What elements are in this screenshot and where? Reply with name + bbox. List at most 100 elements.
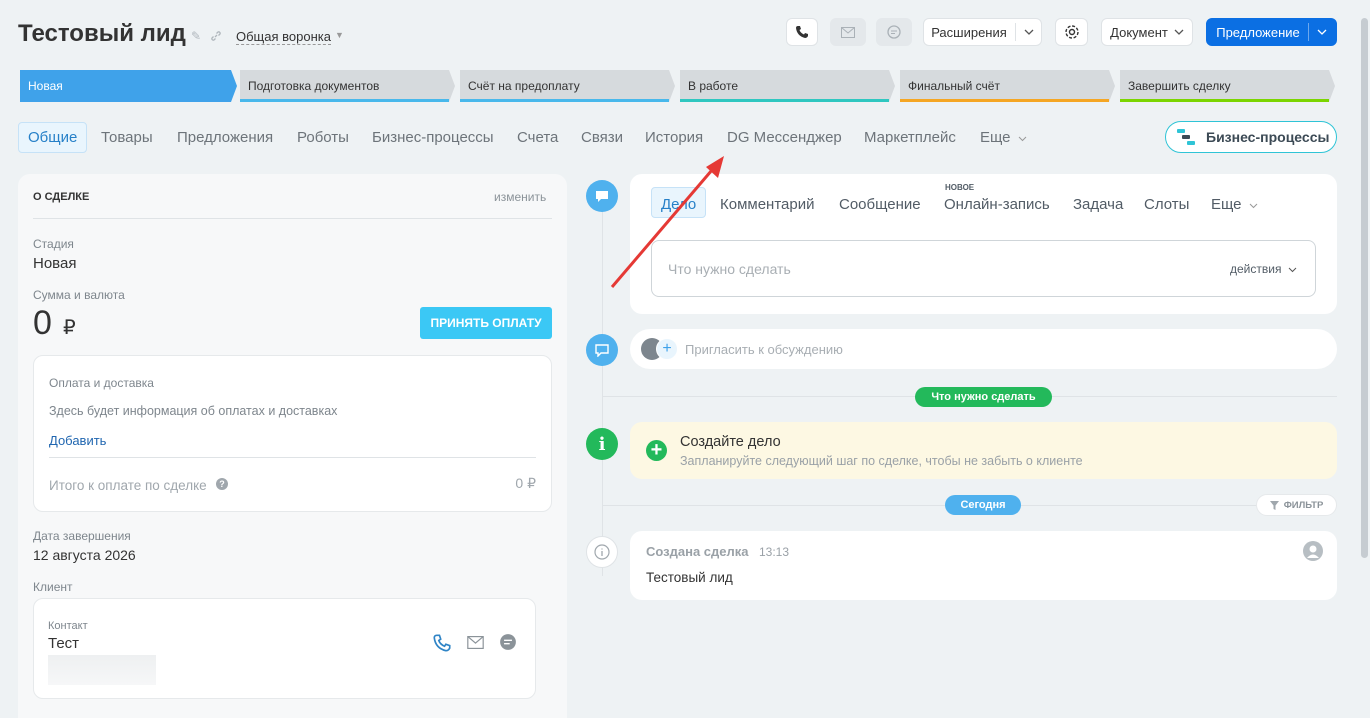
create-deal-title[interactable]: Создайте дело: [680, 434, 781, 450]
create-deal-subtitle: Запланируйте следующий шаг по сделке, чт…: [680, 454, 1083, 468]
document-button[interactable]: Документ: [1101, 18, 1193, 46]
email-button[interactable]: [830, 18, 866, 46]
phone-button[interactable]: [786, 18, 818, 46]
tab-products[interactable]: Товары: [101, 129, 153, 147]
comment-icon: [595, 343, 609, 357]
editor-tab-more[interactable]: Еще: [1211, 196, 1258, 213]
tab-business-processes[interactable]: Бизнес-процессы: [372, 129, 494, 147]
chevron-down-icon: [1174, 29, 1184, 35]
sum-label: Сумма и валюта: [33, 288, 125, 302]
link-icon[interactable]: [210, 30, 222, 42]
scrollbar[interactable]: [1361, 18, 1368, 558]
stage-prepay[interactable]: Счёт на предоплату: [460, 70, 675, 102]
extensions-button[interactable]: Расширения: [923, 18, 1042, 46]
tab-marketplace[interactable]: Маркетплейс: [864, 129, 956, 147]
chevron-down-icon: [1317, 29, 1327, 35]
tab-dg-messenger[interactable]: DG Мессенджер: [727, 129, 842, 147]
chevron-down-icon: [1024, 29, 1034, 35]
help-icon[interactable]: ?: [216, 478, 228, 490]
info-dot: i: [586, 428, 618, 460]
chat-icon: [887, 25, 901, 39]
editor-tab-message[interactable]: Сообщение: [839, 196, 921, 213]
business-processes-button[interactable]: Бизнес-процессы: [1165, 121, 1337, 153]
filter-label: ФИЛЬТР: [1283, 499, 1324, 511]
invite-placeholder: Пригласить к обсуждению: [685, 342, 843, 357]
stage-final-invoice[interactable]: Финальный счёт: [900, 70, 1115, 102]
stage-value: Новая: [33, 255, 77, 272]
add-user-icon[interactable]: +: [656, 338, 678, 360]
filter-button[interactable]: ФИЛЬТР: [1256, 494, 1337, 516]
pencil-icon[interactable]: ✎: [191, 30, 203, 42]
add-payment-link[interactable]: Добавить: [49, 433, 106, 448]
tab-more[interactable]: Еще: [980, 129, 1027, 147]
create-deal-card: [630, 422, 1337, 479]
stage-label: Подготовка документов: [248, 79, 380, 93]
total-label: Итого к оплате по сделке: [49, 478, 207, 493]
client-label: Клиент: [33, 580, 73, 594]
edit-link[interactable]: изменить: [494, 190, 546, 204]
user-avatar-icon: [1303, 541, 1323, 561]
close-date-label: Дата завершения: [33, 529, 131, 543]
editor-tab-more-label: Еще: [1211, 196, 1242, 213]
currency-symbol: ₽: [63, 317, 76, 339]
stage-label: Новая: [28, 79, 63, 93]
tab-general[interactable]: Общие: [18, 122, 88, 153]
stage-close[interactable]: Завершить сделку: [1120, 70, 1335, 102]
envelope-icon[interactable]: [466, 636, 485, 649]
chat-button[interactable]: [876, 18, 912, 46]
settings-button[interactable]: [1055, 18, 1088, 46]
history-title: Создана сделка: [646, 544, 749, 559]
gear-icon: [1064, 25, 1079, 39]
document-label: Документ: [1110, 24, 1168, 40]
chevron-down-icon: [1018, 136, 1027, 142]
phone-icon[interactable]: [433, 634, 451, 652]
business-processes-label: Бизнес-процессы: [1206, 129, 1330, 145]
envelope-icon: [841, 26, 855, 38]
redacted-field: [48, 655, 156, 685]
editor-tab-slots[interactable]: Слоты: [1144, 196, 1189, 213]
info-icon: i: [598, 433, 606, 455]
plus-icon[interactable]: +: [646, 440, 667, 461]
tab-invoices[interactable]: Счета: [517, 129, 558, 147]
history-time: 13:13: [759, 545, 790, 559]
divider: [49, 457, 536, 458]
tab-history[interactable]: История: [645, 129, 703, 147]
divider: [33, 218, 552, 219]
stage-in-work[interactable]: В работе: [680, 70, 895, 102]
close-date-value: 12 августа 2026: [33, 547, 136, 563]
actions-dropdown[interactable]: действия: [1230, 262, 1297, 276]
chevron-down-icon: [1288, 267, 1297, 273]
actions-label: действия: [1230, 262, 1282, 276]
total-value: 0 ₽: [515, 475, 536, 491]
chat-icon[interactable]: [499, 633, 517, 651]
history-text[interactable]: Тестовый лид: [646, 570, 733, 585]
stage-docs[interactable]: Подготовка документов: [240, 70, 455, 102]
editor-tab-task[interactable]: Задача: [1073, 196, 1123, 213]
extensions-label: Расширения: [931, 24, 1007, 40]
payment-info: Здесь будет информация об оплатах и дост…: [49, 404, 338, 418]
offer-button[interactable]: Предложение: [1206, 18, 1337, 46]
tab-robots[interactable]: Роботы: [297, 129, 349, 147]
stage-label: Счёт на предоплату: [468, 79, 580, 93]
accept-payment-button[interactable]: ПРИНЯТЬ ОПЛАТУ: [420, 307, 552, 339]
editor-tab-booking[interactable]: Онлайн-запись: [944, 196, 1050, 213]
business-process-icon: [1177, 129, 1195, 145]
new-badge: НОВОЕ: [945, 183, 975, 192]
todo-pill: Что нужно сделать: [915, 387, 1052, 407]
stage-new[interactable]: Новая: [20, 70, 237, 102]
page-title: Тестовый лид: [18, 20, 186, 47]
section-heading: О СДЕЛКЕ: [33, 191, 90, 203]
today-pill: Сегодня: [945, 495, 1021, 515]
chevron-down-icon: ▼: [335, 30, 344, 40]
tab-links[interactable]: Связи: [581, 129, 623, 147]
info-circle-icon: [594, 544, 610, 560]
payment-title: Оплата и доставка: [49, 376, 154, 390]
funnel-selector[interactable]: Общая воронка: [236, 29, 331, 45]
contact-name[interactable]: Тест: [48, 635, 79, 652]
sum-value: 0: [33, 304, 52, 342]
offer-label: Предложение: [1216, 24, 1300, 40]
stage-label: Стадия: [33, 237, 74, 251]
phone-icon: [796, 26, 808, 38]
tab-offers[interactable]: Предложения: [177, 129, 273, 147]
funnel-icon: [1269, 500, 1279, 510]
